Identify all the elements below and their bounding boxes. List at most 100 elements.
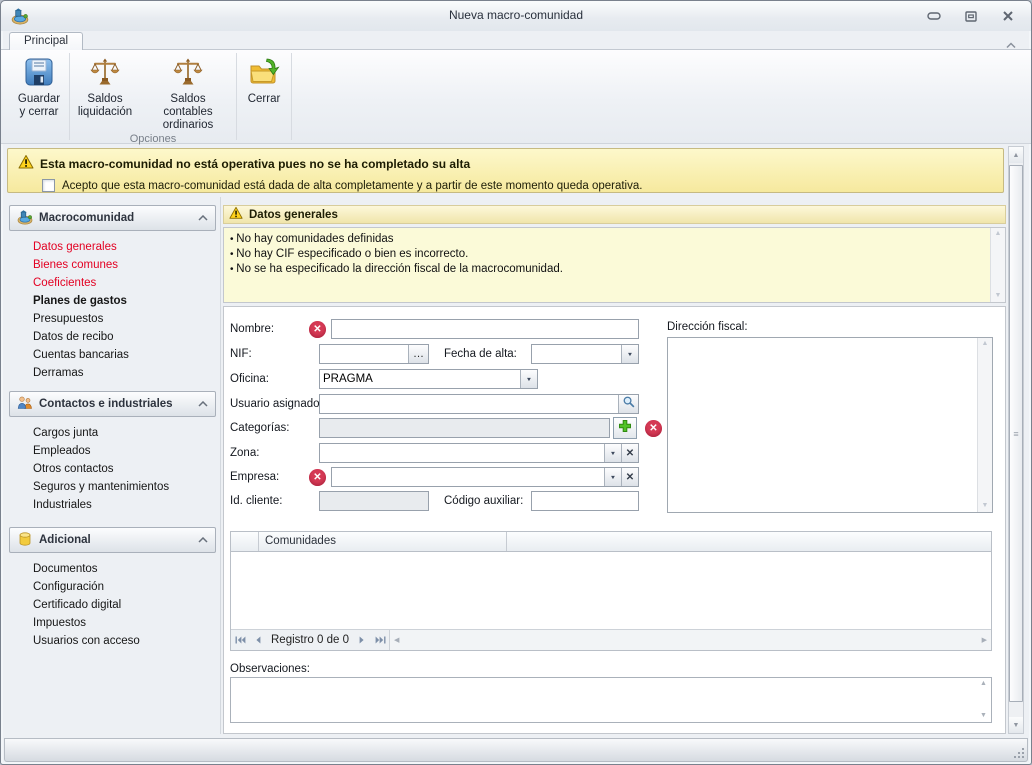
usuario-search-button[interactable] [618,395,638,413]
sidebar-item-impuestos[interactable]: Impuestos [33,614,216,632]
scrollbar-thumb[interactable]: ≡ [1009,165,1023,702]
sidebar-item-coeficientes[interactable]: Coeficientes [33,274,216,292]
chevron-up-icon[interactable] [198,212,208,224]
observaciones-textarea[interactable]: ▲ ▼ [230,677,992,723]
button-label: Cerrar [248,93,281,106]
sidebar-item-bienes-comunes[interactable]: Bienes comunes [33,256,216,274]
maximize-button[interactable] [960,8,982,24]
id-cliente-input [319,491,429,511]
sidebar-group-label: Contactos e industriales [39,398,192,410]
sidebar-group-label: Adicional [39,534,192,546]
scroll-down-icon[interactable]: ▼ [982,502,989,510]
categorias-label: Categorías: [230,418,289,438]
scroll-right-icon[interactable]: ▶ [982,636,987,644]
button-label: Guardar y cerrar [14,93,64,119]
empresa-input[interactable] [332,468,604,486]
observaciones-scrollbar[interactable]: ▲ ▼ [976,678,991,722]
saldos-contables-ordinarios-button[interactable]: Saldos contables ordinarios [140,50,236,132]
scroll-up-icon[interactable]: ▲ [995,230,1002,238]
empresa-dropdown-button[interactable]: ▼ [604,468,621,486]
fecha-dropdown-button[interactable]: ▼ [621,345,638,363]
sidebar-item-certificado-digital[interactable]: Certificado digital [33,596,216,614]
scroll-left-icon[interactable]: ◀ [394,636,399,644]
zona-clear-button[interactable]: ✕ [621,444,638,462]
sidebar-group-macrocomunidad[interactable]: Macrocomunidad [9,205,216,231]
grid-column-comunidades[interactable]: Comunidades [259,532,507,551]
sidebar-item-industriales[interactable]: Industriales [33,496,216,514]
folder-arrow-icon [248,56,280,88]
zona-input[interactable] [320,444,604,462]
nif-input[interactable] [320,345,408,363]
tab-principal[interactable]: Principal [9,32,83,50]
nombre-input[interactable] [331,319,639,339]
direccion-fiscal-textarea[interactable]: ▲ ▼ [667,337,993,513]
empresa-clear-button[interactable]: ✕ [621,468,638,486]
activation-checkbox[interactable] [42,179,55,192]
zona-dropdown-button[interactable]: ▼ [604,444,621,462]
sidebar-item-datos-de-recibo[interactable]: Datos de recibo [33,328,216,346]
dropdown-arrow-icon: ▼ [627,351,633,357]
oficina-dropdown-button[interactable]: ▼ [520,370,537,388]
saldos-liquidacion-button[interactable]: Saldos liquidación [70,50,140,132]
scroll-up-icon[interactable]: ▲ [980,680,987,688]
validation-message: No hay comunidades definidas [230,232,985,247]
messages-scrollbar[interactable]: ▲ ▼ [990,228,1005,302]
sidebar-item-cuentas-bancarias[interactable]: Cuentas bancarias [33,346,216,364]
section-header: Datos generales [223,205,1006,224]
oficina-input[interactable] [320,370,520,388]
chevron-up-icon[interactable] [198,398,208,410]
sidebar-item-planes-de-gastos[interactable]: Planes de gastos [33,292,216,310]
codigo-auxiliar-label: Código auxiliar: [444,491,523,511]
sidebar-item-configuracion[interactable]: Configuración [33,578,216,596]
sidebar-group-contactos[interactable]: Contactos e industriales [9,391,216,417]
resize-grip[interactable] [1012,746,1024,758]
guardar-y-cerrar-button[interactable]: Guardar y cerrar [9,50,69,119]
navigation-sidebar: Macrocomunidad Datos generales Bienes co… [9,205,216,659]
grid-body[interactable] [231,552,991,629]
categorias-input [319,418,610,438]
section-header-title: Datos generales [249,209,338,221]
nif-ellipsis-button[interactable]: … [408,345,428,363]
scroll-down-icon[interactable]: ▼ [995,292,1002,300]
add-categoria-button[interactable] [613,417,637,439]
usuario-asignado-input[interactable] [320,395,618,413]
sidebar-item-presupuestos[interactable]: Presupuestos [33,310,216,328]
title-bar: Nueva macro-comunidad [1,1,1031,31]
sidebar-item-datos-generales[interactable]: Datos generales [33,238,216,256]
grid-column-empty [507,532,991,551]
scroll-up-icon[interactable]: ▲ [1009,147,1023,163]
grid-header-row: Comunidades [231,532,991,552]
sidebar-item-cargos-junta[interactable]: Cargos junta [33,424,216,442]
button-label: Saldos liquidación [75,93,135,119]
sidebar-item-usuarios-con-acceso[interactable]: Usuarios con acceso [33,632,216,650]
minimize-button[interactable] [923,8,945,24]
direccion-scrollbar[interactable]: ▲ ▼ [977,338,992,512]
previous-record-button[interactable] [249,630,267,650]
chevron-up-icon[interactable] [198,534,208,546]
last-record-button[interactable] [371,630,389,650]
grid-horizontal-scrollbar[interactable]: ◀ ▶ [389,630,991,650]
sidebar-item-otros-contactos[interactable]: Otros contactos [33,460,216,478]
floppy-disk-icon [23,56,55,88]
sidebar-group-adicional[interactable]: Adicional [9,527,216,553]
sidebar-item-derramas[interactable]: Derramas [33,364,216,382]
sidebar-item-empleados[interactable]: Empleados [33,442,216,460]
close-button[interactable] [997,8,1019,24]
activation-warning-banner: Esta macro-comunidad no está operativa p… [7,148,1004,193]
warning-triangle-icon [18,154,34,173]
sidebar-item-seguros[interactable]: Seguros y mantenimientos [33,478,216,496]
scales-icon [89,56,121,88]
nombre-label: Nombre: [230,319,274,339]
ribbon-tabstrip: Principal [1,31,1031,49]
scroll-down-icon[interactable]: ▼ [980,712,987,720]
first-record-button[interactable] [231,630,249,650]
grip-icon: ≡ [1013,429,1018,439]
main-vertical-scrollbar[interactable]: ▲ ≡ ▼ [1008,146,1024,734]
sidebar-item-documentos[interactable]: Documentos [33,560,216,578]
scroll-down-icon[interactable]: ▼ [1009,717,1023,733]
cerrar-button[interactable]: Cerrar [237,50,291,106]
codigo-auxiliar-input[interactable] [531,491,639,511]
scroll-up-icon[interactable]: ▲ [982,340,989,348]
next-record-button[interactable] [353,630,371,650]
fecha-de-alta-input[interactable] [532,345,621,363]
